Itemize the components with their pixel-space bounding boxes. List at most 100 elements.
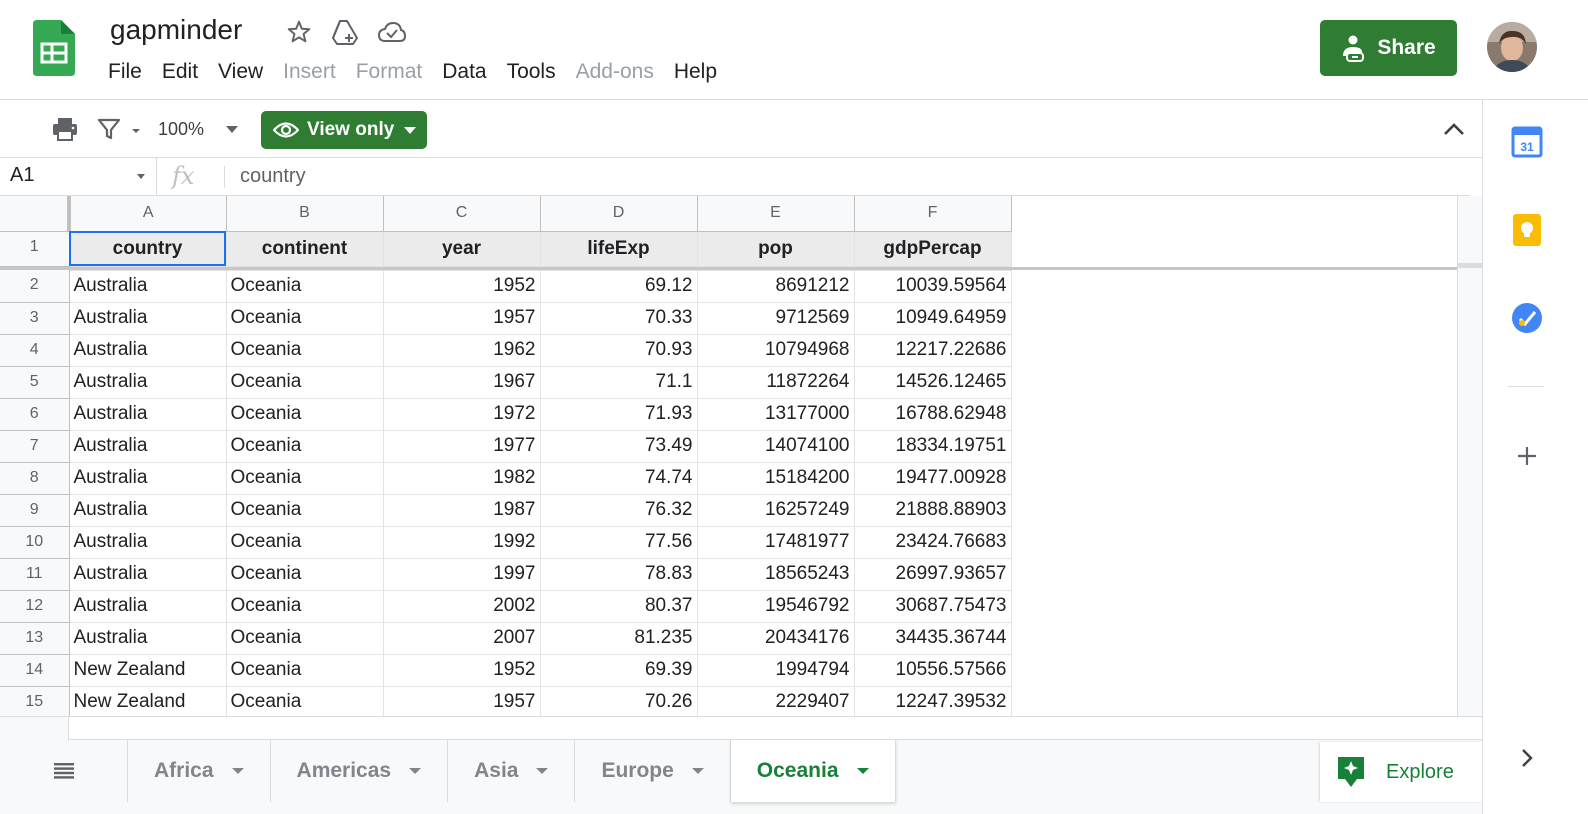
zoom-select[interactable]: 100% [158,112,253,146]
column-header-f[interactable]: F [853,196,1012,232]
menu-tools[interactable]: Tools [497,58,566,90]
column-header-a[interactable]: A [68,196,227,232]
table-cell[interactable]: 17481977 [696,525,855,559]
table-cell[interactable]: 8691212 [696,269,855,303]
print-icon[interactable] [48,112,82,146]
filter-icon[interactable] [93,112,143,146]
menu-file[interactable]: File [98,58,152,90]
chevron-down-icon[interactable] [691,768,704,774]
table-cell[interactable]: 74.74 [539,461,698,495]
header-cell[interactable]: gdpPercap [853,230,1012,267]
column-header-c[interactable]: C [382,196,541,232]
table-cell[interactable]: Oceania [225,301,384,335]
row-header[interactable]: 11 [0,558,70,591]
sheet-tab-asia[interactable]: Asia [448,740,576,802]
table-cell[interactable]: 10039.59564 [853,269,1012,303]
row-header[interactable]: 7 [0,430,70,463]
row-header[interactable]: 4 [0,334,70,367]
table-cell[interactable]: Oceania [225,557,384,591]
column-header-e[interactable]: E [696,196,855,232]
table-cell[interactable]: 12247.39532 [853,685,1012,716]
column-header-b[interactable]: B [225,196,384,232]
table-cell[interactable]: 1992 [382,525,541,559]
table-cell[interactable]: 18565243 [696,557,855,591]
move-to-drive-icon[interactable] [331,18,359,46]
table-cell[interactable]: 1987 [382,493,541,527]
table-cell[interactable]: 13177000 [696,397,855,431]
header-cell[interactable]: continent [225,230,384,267]
name-box[interactable]: A1 [0,158,157,196]
menu-add-ons[interactable]: Add-ons [566,58,664,90]
table-cell[interactable]: Oceania [225,493,384,527]
table-cell[interactable]: Oceania [225,589,384,623]
chevron-down-icon[interactable] [231,768,244,774]
row-header[interactable]: 15 [0,686,70,716]
table-cell[interactable]: Australia [68,301,227,335]
sheet-tab-americas[interactable]: Americas [271,740,449,802]
table-cell[interactable]: Australia [68,397,227,431]
table-cell[interactable]: 16788.62948 [853,397,1012,431]
table-cell[interactable]: 70.33 [539,301,698,335]
chevron-down-icon[interactable] [856,768,869,774]
view-only-button[interactable]: View only [261,111,427,149]
table-cell[interactable]: Oceania [225,621,384,655]
table-cell[interactable]: 1952 [382,269,541,303]
table-cell[interactable]: 10949.64959 [853,301,1012,335]
calendar-icon[interactable]: 31 [1507,122,1547,162]
sheet-tab-africa[interactable]: Africa [128,740,271,802]
table-cell[interactable]: Oceania [225,525,384,559]
table-cell[interactable]: Oceania [225,269,384,303]
row-header[interactable]: 8 [0,462,70,495]
menu-edit[interactable]: Edit [152,58,208,90]
table-cell[interactable]: 73.49 [539,429,698,463]
table-cell[interactable]: Oceania [225,429,384,463]
table-cell[interactable]: Australia [68,461,227,495]
table-cell[interactable]: 19546792 [696,589,855,623]
menu-format[interactable]: Format [346,58,433,90]
add-addon-icon[interactable] [1507,436,1547,476]
table-cell[interactable]: 1957 [382,685,541,716]
table-cell[interactable]: 19477.00928 [853,461,1012,495]
select-all-corner[interactable] [0,196,71,232]
sheets-logo-icon[interactable] [33,20,75,76]
row-header[interactable]: 3 [0,302,70,335]
table-cell[interactable]: New Zealand [68,685,227,716]
table-cell[interactable]: 10556.57566 [853,653,1012,687]
all-sheets-button[interactable] [0,740,128,802]
table-cell[interactable]: 1997 [382,557,541,591]
table-cell[interactable]: 77.56 [539,525,698,559]
table-cell[interactable]: 2007 [382,621,541,655]
star-icon[interactable] [285,18,313,46]
table-cell[interactable]: 69.12 [539,269,698,303]
table-cell[interactable]: 20434176 [696,621,855,655]
table-cell[interactable]: Australia [68,493,227,527]
column-header-d[interactable]: D [539,196,698,232]
table-cell[interactable]: 71.1 [539,365,698,399]
table-cell[interactable]: 1962 [382,333,541,367]
header-cell[interactable]: lifeExp [539,230,698,267]
table-cell[interactable]: Australia [68,621,227,655]
table-cell[interactable]: Oceania [225,653,384,687]
table-cell[interactable]: 11872264 [696,365,855,399]
table-cell[interactable]: 10794968 [696,333,855,367]
table-cell[interactable]: 2229407 [696,685,855,716]
row-header[interactable]: 9 [0,494,70,527]
row-header[interactable]: 13 [0,622,70,655]
formula-input[interactable]: country [240,165,306,188]
user-avatar[interactable] [1487,22,1537,72]
collapse-menus-icon[interactable] [1437,112,1471,146]
table-cell[interactable]: Australia [68,557,227,591]
table-cell[interactable]: 23424.76683 [853,525,1012,559]
chevron-right-icon[interactable] [1507,738,1547,778]
table-cell[interactable]: 12217.22686 [853,333,1012,367]
table-cell[interactable]: Oceania [225,685,384,716]
table-cell[interactable]: 16257249 [696,493,855,527]
row-header[interactable]: 5 [0,366,70,399]
table-cell[interactable]: Oceania [225,333,384,367]
table-cell[interactable]: 18334.19751 [853,429,1012,463]
row-header[interactable]: 10 [0,526,70,559]
table-cell[interactable]: 2002 [382,589,541,623]
chevron-down-icon[interactable] [409,768,422,774]
tasks-icon[interactable] [1507,298,1547,338]
table-cell[interactable]: 78.83 [539,557,698,591]
